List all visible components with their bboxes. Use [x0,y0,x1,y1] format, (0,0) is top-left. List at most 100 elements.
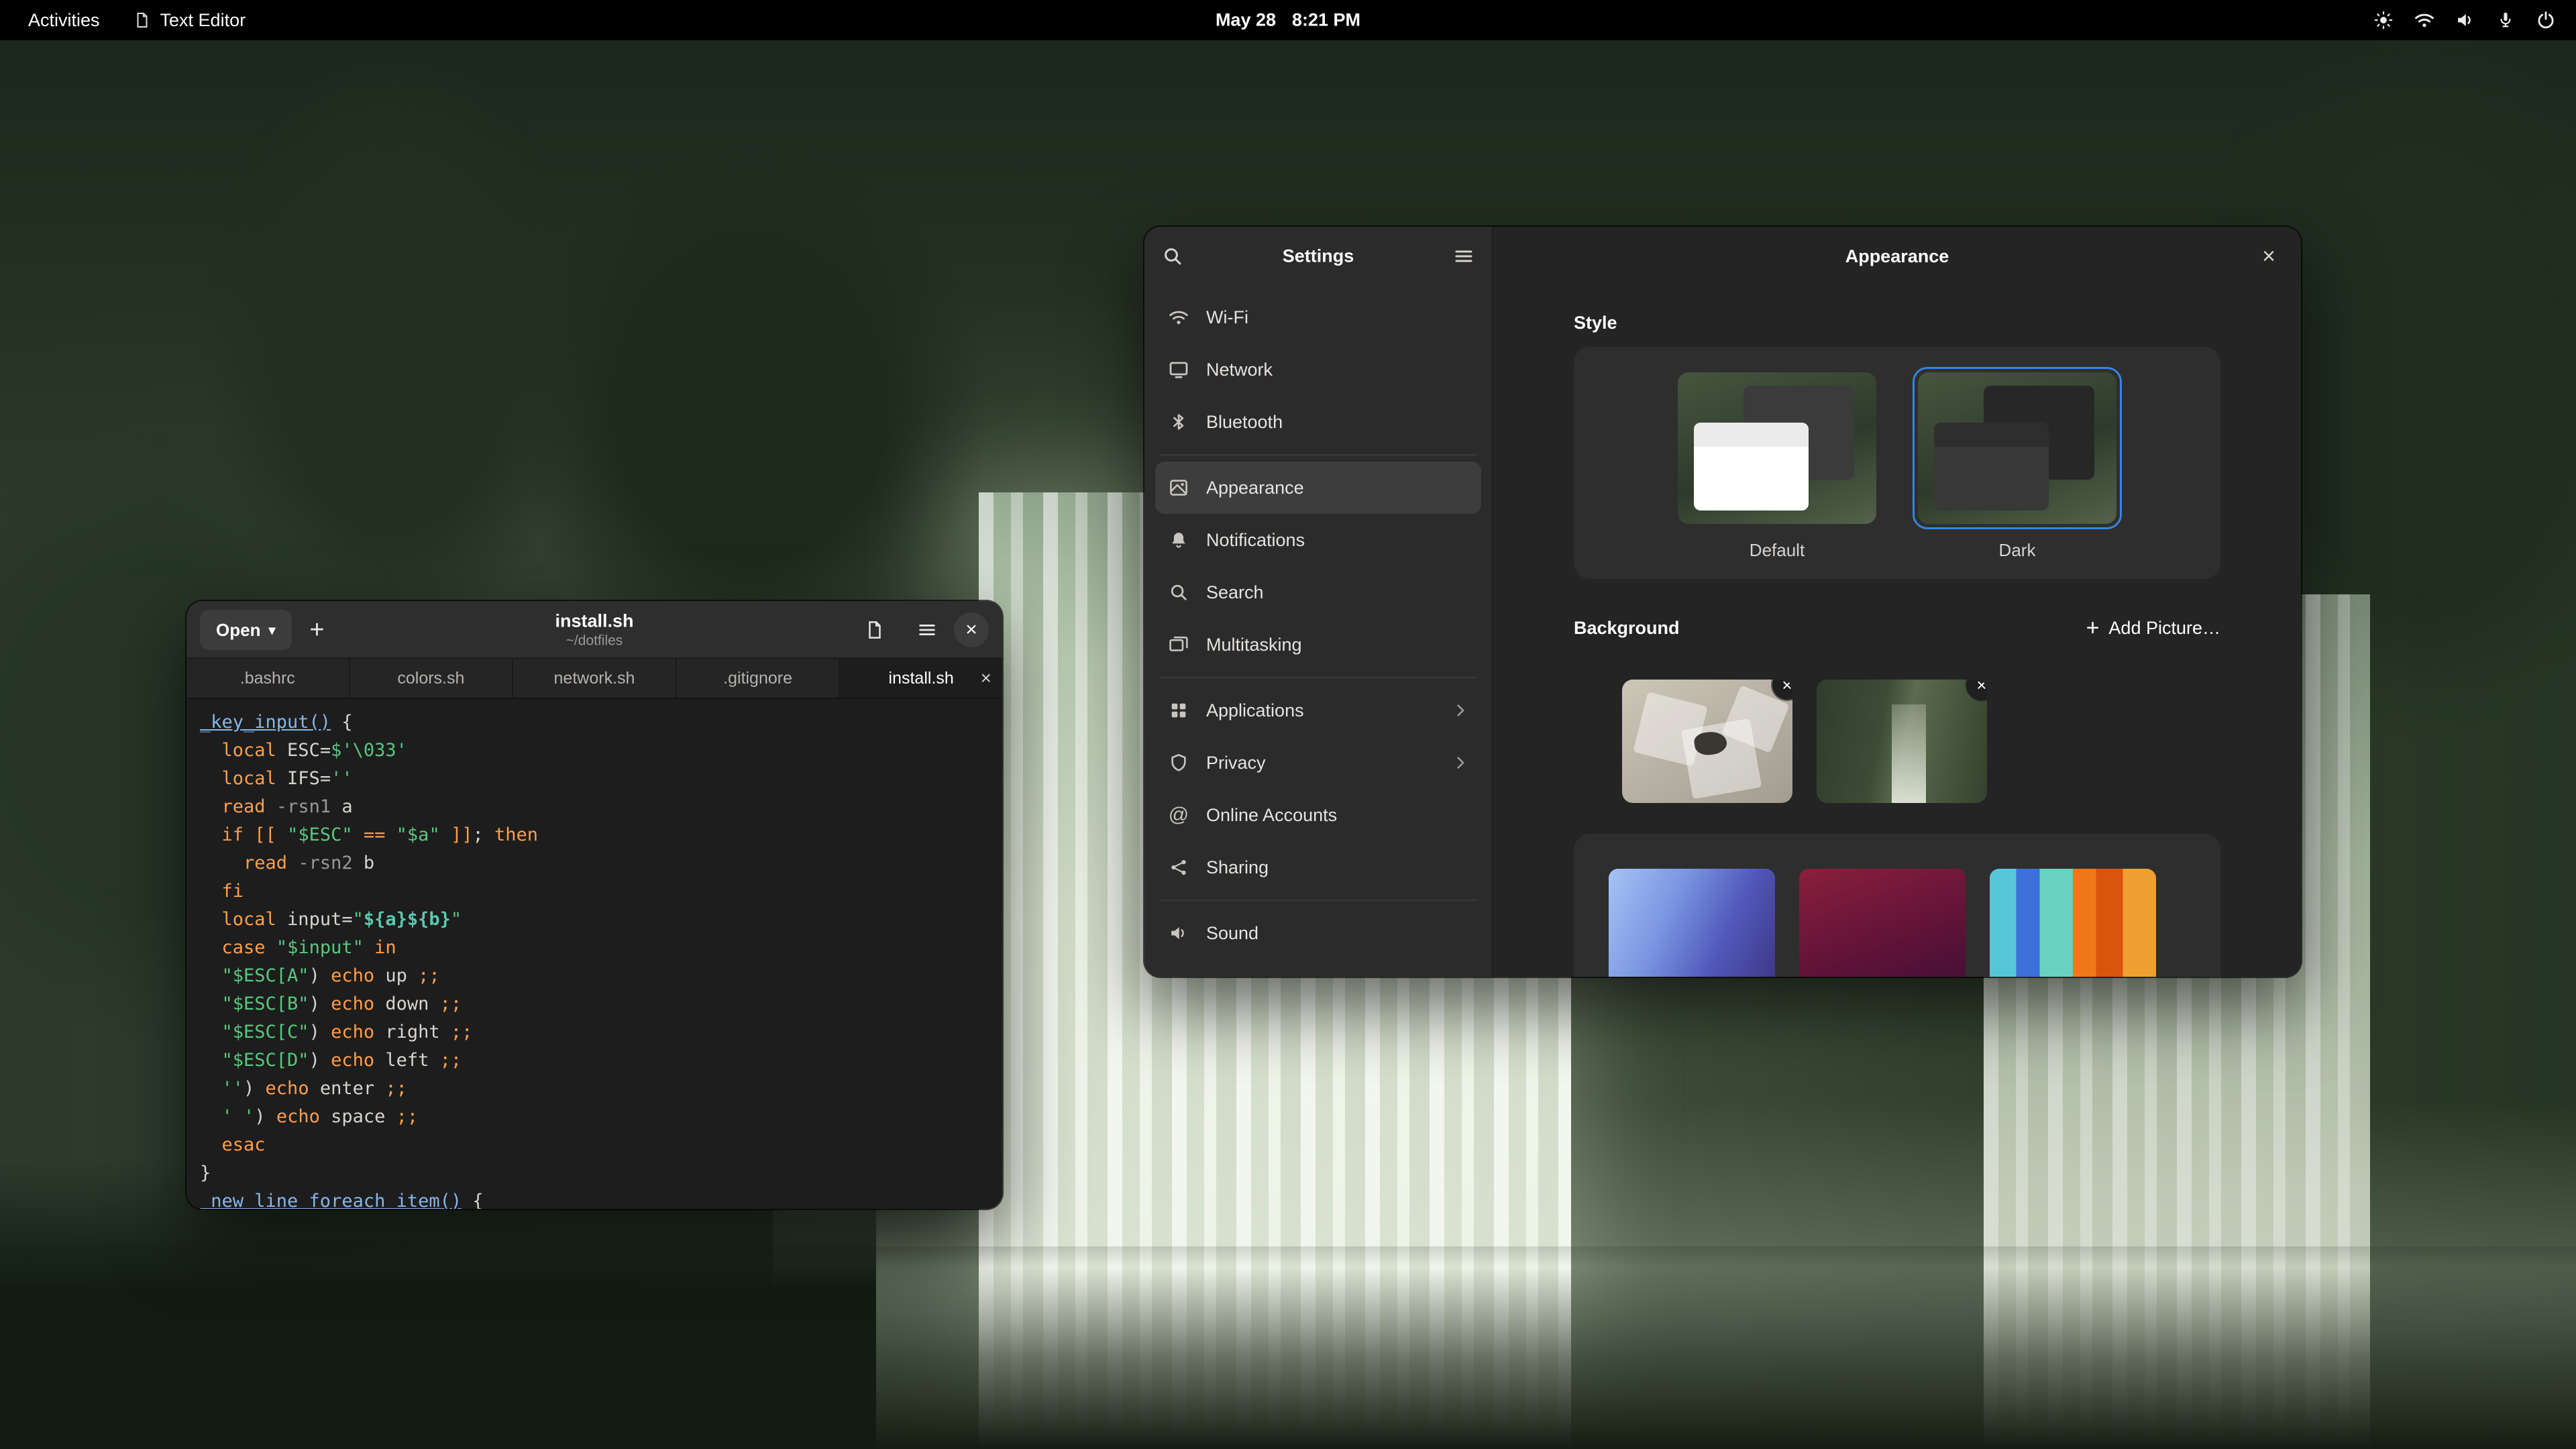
text-editor-window: Open ▾ + install.sh ~/dotfiles × .bashrc… [186,601,1002,1209]
activities-button[interactable]: Activities [21,7,107,34]
sharing-icon [1167,857,1190,877]
tab-label: colors.sh [397,669,464,688]
wallpaper-option-teal-orange[interactable] [1990,869,2156,977]
volume-icon [2455,10,2475,30]
focused-app-label: Text Editor [160,10,246,31]
sidebar-item-label: Sharing [1206,857,1269,878]
new-tab-button[interactable]: + [297,610,337,650]
microphone-icon [2496,10,2516,30]
sidebar-headerbar: Settings [1144,227,1492,286]
editor-headerbar: Open ▾ + install.sh ~/dotfiles × [186,601,1002,659]
tab-label: network.sh [554,669,635,688]
search-icon [1167,582,1190,602]
search-icon[interactable] [1162,246,1183,267]
online-accounts-icon: @ [1167,804,1190,826]
close-window-button[interactable]: × [954,612,989,647]
chevron-right-icon [1452,754,1469,771]
sidebar-item-sharing[interactable]: Sharing [1155,841,1481,894]
sidebar-item-label: Bluetooth [1206,412,1283,433]
sidebar-item-label: Wi-Fi [1206,307,1248,328]
sidebar-item-bluetooth[interactable]: Bluetooth [1155,396,1481,448]
chevron-right-icon [1452,702,1469,719]
background-thumbnail-abstract[interactable]: × [1622,680,1792,803]
applications-icon [1167,700,1190,720]
document-title: install.sh [555,611,633,632]
tab-bar: .bashrc colors.sh network.sh .gitignore … [186,659,1002,699]
add-picture-button[interactable]: + Add Picture… [2086,616,2220,639]
clock-button[interactable]: May 28 8:21 PM [1216,10,1360,31]
open-button[interactable]: Open ▾ [200,610,292,650]
panel-title: Appearance [1845,246,1949,267]
style-heading: Style [1574,313,2220,333]
settings-sidebar: Settings Wi-Fi Netwo [1144,227,1493,977]
wifi-icon [1167,307,1190,328]
sidebar-item-notifications[interactable]: Notifications [1155,514,1481,566]
tab-close-icon[interactable]: × [981,667,991,689]
sidebar-separator [1159,900,1477,901]
remove-background-button[interactable]: × [1967,680,1987,700]
main-menu-button[interactable] [907,610,947,650]
sidebar-item-online-accounts[interactable]: @ Online Accounts [1155,789,1481,841]
sidebar-item-multitasking[interactable]: Multitasking [1155,619,1481,671]
sidebar-item-privacy[interactable]: Privacy [1155,737,1481,789]
sidebar-item-sound[interactable]: Sound [1155,907,1481,959]
system-status-area[interactable] [2373,9,2576,31]
tab-network-sh[interactable]: network.sh [513,659,677,698]
clock-date: May 28 [1216,10,1276,31]
sidebar-item-label: Sound [1206,923,1258,944]
style-option-default[interactable]: Default [1672,367,1882,561]
tab-gitignore[interactable]: .gitignore [677,659,841,698]
power-icon [1167,975,1190,977]
tab-label: .bashrc [240,669,295,688]
style-preview-dark [1918,372,2116,524]
style-preview-default [1678,372,1876,524]
sidebar-list: Wi-Fi Network Bluetooth [1144,286,1492,977]
code-area[interactable]: _key_input() { local ESC=$'\033' local I… [186,699,1002,1209]
notifications-icon [1167,530,1190,550]
tab-bashrc[interactable]: .bashrc [186,659,350,698]
custom-backgrounds-row: × × [1622,680,2220,803]
tab-label: .gitignore [723,669,792,688]
bluetooth-icon [1167,412,1190,432]
tab-install-sh[interactable]: install.sh × [840,659,1002,698]
style-option-dark[interactable]: Dark [1913,367,2122,561]
sidebar-separator [1159,454,1477,455]
sidebar-item-appearance[interactable]: Appearance [1155,462,1481,514]
text-editor-icon [133,11,151,29]
sidebar-separator [1159,677,1477,678]
sidebar-item-network[interactable]: Network [1155,343,1481,396]
sidebar-item-label: Applications [1206,700,1304,721]
document-properties-button[interactable] [855,610,895,650]
default-wallpapers-card [1574,834,2220,977]
plus-icon: + [2086,616,2100,639]
wallpaper-option-blue-purple[interactable] [1609,869,1775,977]
wallpaper-option-maroon[interactable] [1799,869,1966,977]
style-preview-wrap [1672,367,1882,529]
privacy-icon [1167,753,1190,773]
appearance-icon [1167,477,1190,498]
sidebar-item-label: Power [1206,975,1258,977]
sidebar-item-power[interactable]: Power [1155,959,1481,977]
brightness-icon [2373,10,2394,30]
background-thumbnail-forest[interactable]: × [1817,680,1987,803]
remove-background-button[interactable]: × [1772,680,1792,700]
sidebar-item-wifi[interactable]: Wi-Fi [1155,291,1481,343]
tab-colors-sh[interactable]: colors.sh [350,659,514,698]
sidebar-item-label: Search [1206,582,1264,603]
background-heading: Background [1574,618,1680,639]
settings-panel: Appearance × Style Default [1493,227,2301,977]
open-button-label: Open [216,620,260,641]
sidebar-item-label: Multitasking [1206,635,1302,655]
sidebar-item-label: Online Accounts [1206,805,1337,826]
sidebar-item-label: Notifications [1206,530,1305,551]
focused-app-menu[interactable]: Text Editor [133,10,246,31]
close-settings-button[interactable]: × [2251,239,2286,274]
sidebar-item-search[interactable]: Search [1155,566,1481,619]
caret-down-icon: ▾ [268,622,275,639]
menu-icon[interactable] [1453,246,1474,267]
preview-front-window [1694,423,1809,511]
sidebar-item-applications[interactable]: Applications [1155,684,1481,737]
clock-time: 8:21 PM [1292,10,1360,31]
editor-title: install.sh ~/dotfiles [555,611,633,649]
preview-front-window [1934,423,2049,511]
